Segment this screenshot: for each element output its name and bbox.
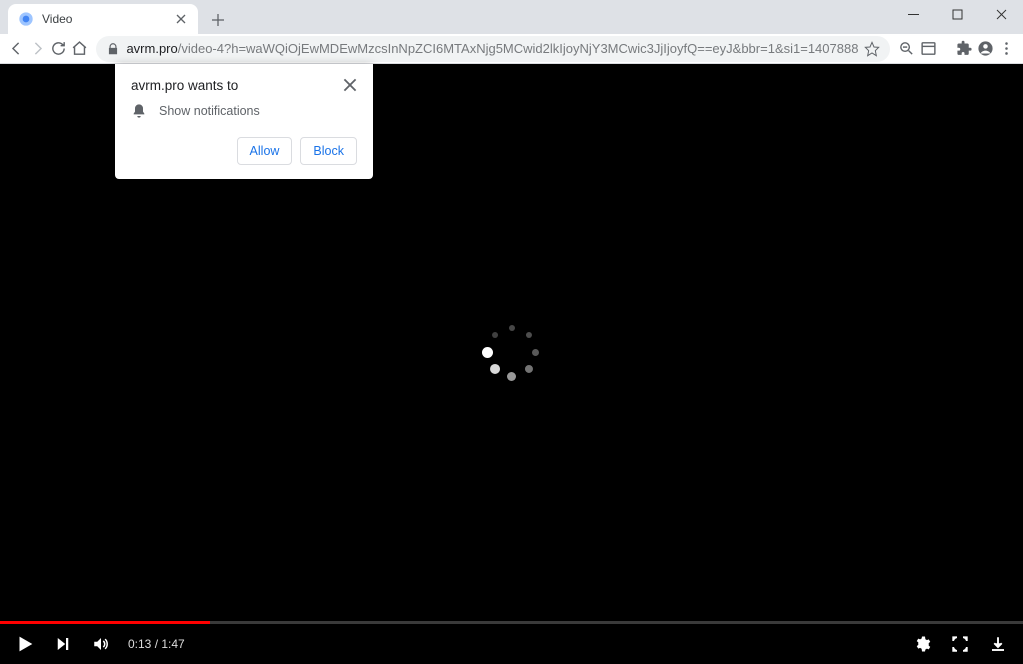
home-button[interactable] — [69, 35, 90, 63]
window-close-button[interactable] — [979, 0, 1023, 28]
profile-icon[interactable] — [975, 35, 996, 63]
extensions-icon[interactable] — [954, 35, 975, 63]
forward-button[interactable] — [27, 35, 48, 63]
download-button[interactable] — [987, 633, 1009, 655]
back-button[interactable] — [6, 35, 27, 63]
lock-icon — [106, 42, 120, 56]
video-time: 0:13 / 1:47 — [128, 637, 185, 651]
url-text: avrm.pro/video-4?h=waWQiOjEwMDEwMzcsInNp… — [126, 41, 858, 56]
permission-close-button[interactable] — [343, 78, 357, 92]
block-button[interactable]: Block — [300, 137, 357, 165]
permission-title: avrm.pro wants to — [131, 78, 238, 93]
video-controls: 0:13 / 1:47 — [0, 624, 1023, 664]
window-maximize-button[interactable] — [935, 0, 979, 28]
browser-toolbar: avrm.pro/video-4?h=waWQiOjEwMDEwMzcsInNp… — [0, 34, 1023, 64]
tab-close-button[interactable] — [174, 12, 188, 26]
allow-button[interactable]: Allow — [237, 137, 293, 165]
address-bar[interactable]: avrm.pro/video-4?h=waWQiOjEwMDEwMzcsInNp… — [96, 36, 890, 62]
menu-button[interactable] — [996, 35, 1017, 63]
reload-button[interactable] — [48, 35, 69, 63]
page-content: avrm.pro wants to Show notifications All… — [0, 64, 1023, 664]
window-minimize-button[interactable] — [891, 0, 935, 28]
tab-title: Video — [42, 12, 174, 26]
tab-favicon — [18, 11, 34, 27]
bell-icon — [131, 103, 147, 119]
window-controls — [891, 0, 1023, 28]
play-button[interactable] — [14, 633, 36, 655]
browser-tab[interactable]: Video — [8, 4, 198, 34]
window-titlebar: Video — [0, 0, 1023, 34]
reader-icon[interactable] — [918, 35, 939, 63]
fullscreen-button[interactable] — [949, 633, 971, 655]
bookmark-star-icon[interactable] — [864, 41, 880, 57]
zoom-icon[interactable] — [896, 35, 917, 63]
permission-request-text: Show notifications — [159, 104, 260, 118]
loading-spinner — [482, 322, 542, 382]
new-tab-button[interactable] — [204, 6, 232, 34]
settings-button[interactable] — [911, 633, 933, 655]
volume-button[interactable] — [90, 633, 112, 655]
next-button[interactable] — [52, 633, 74, 655]
permission-prompt: avrm.pro wants to Show notifications All… — [115, 64, 373, 179]
